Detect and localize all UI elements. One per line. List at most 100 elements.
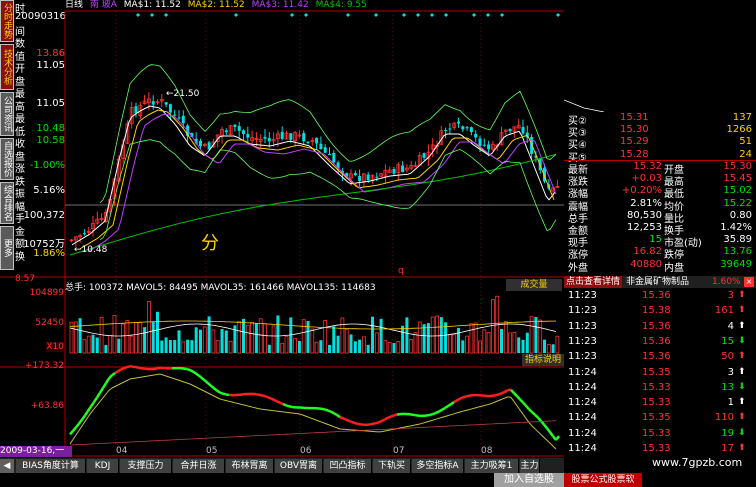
indicator-line-fast xyxy=(138,366,143,370)
signal-diamond xyxy=(486,13,490,17)
volume-bar xyxy=(245,324,250,354)
volume-bar xyxy=(344,329,349,354)
indicator-line-fast xyxy=(393,413,398,417)
close-icon[interactable]: × xyxy=(744,277,754,287)
indicator-line-fast xyxy=(219,391,224,395)
signal-diamond xyxy=(374,13,378,17)
tick-volume: 3 xyxy=(727,290,734,301)
indicator-line-fast xyxy=(534,413,539,419)
indicator-line-fast xyxy=(510,389,515,394)
candle-body xyxy=(302,133,306,142)
signal-diamond xyxy=(304,13,308,17)
volume-bar xyxy=(254,323,258,353)
arrow-down-icon: ⬇ xyxy=(738,335,746,346)
arrow-up-icon: ⬆ xyxy=(738,443,746,453)
indicator-line-fast xyxy=(456,397,461,402)
signal-diamond xyxy=(556,13,560,17)
candle-body xyxy=(134,106,138,114)
indicator-line-fast xyxy=(339,415,344,420)
stat-value: 39649 xyxy=(720,258,752,270)
tick-price: 15.36 xyxy=(642,351,671,363)
ind-axis-top: +173.32 xyxy=(24,361,64,371)
scroll-left-icon[interactable]: ◀ xyxy=(0,459,14,473)
indicator-tab[interactable]: 主力 xyxy=(520,459,540,473)
candle-body xyxy=(422,153,426,158)
chart-canvas[interactable] xyxy=(0,0,564,458)
candle-body xyxy=(401,165,405,173)
stat-label: 外盘 xyxy=(568,262,588,274)
band-upper xyxy=(99,64,557,204)
candle-body xyxy=(323,147,327,153)
tick-time: 11:24 xyxy=(568,412,597,424)
indicator-line-fast xyxy=(495,393,500,397)
tick-volume: 15 xyxy=(721,335,734,347)
promo-banner[interactable]: 股票公式股票软 xyxy=(564,473,642,487)
volume-bar xyxy=(461,340,465,353)
indicator-line-fast xyxy=(207,382,212,387)
bid-volume: 1266 xyxy=(726,124,752,136)
indicator-tab[interactable]: 支撑压力 xyxy=(120,459,172,473)
moving-average-lines xyxy=(69,13,560,256)
indicator-tab[interactable]: 下轨买 xyxy=(373,459,411,473)
indicator-tab[interactable]: BIAS角度计算 xyxy=(16,459,86,473)
indicator-line-fast xyxy=(92,396,99,403)
indicator-line-fast xyxy=(282,402,287,407)
indicator-line-fast xyxy=(513,392,518,398)
volume-bar xyxy=(435,315,439,354)
indicator-line-fast xyxy=(117,368,122,373)
indicator-line-fast xyxy=(321,407,326,411)
volume-bar xyxy=(190,340,194,353)
indicator-tab[interactable]: 合并日涨 xyxy=(173,459,225,473)
indicator-tab[interactable]: 主力吸筹1 xyxy=(465,459,519,473)
indicator-line-fast xyxy=(549,431,554,437)
indicator-tab[interactable]: 多空指标A xyxy=(412,459,464,473)
volume-bar xyxy=(512,331,517,354)
sector-name[interactable]: 非金属矿物制品 xyxy=(626,276,689,288)
indicator-line-fast xyxy=(101,382,108,389)
stat-value: +0.03 xyxy=(631,173,662,185)
indicator-tab[interactable]: KDJ xyxy=(87,459,119,473)
indicator-help-button[interactable]: 指标说明 xyxy=(522,354,564,366)
indicator-tab[interactable]: 凹凸指标 xyxy=(324,459,372,473)
indicator-line-fast xyxy=(114,370,119,375)
indicator-line-fast xyxy=(387,415,392,419)
volume-bar xyxy=(199,329,202,353)
volume-bar xyxy=(546,344,551,354)
tick-price: 15.33 xyxy=(642,427,671,439)
indicator-line-fast xyxy=(537,416,542,422)
stat-value: 12,253 xyxy=(627,222,662,233)
indicator-line-fast xyxy=(135,365,140,370)
indicator-line-fast xyxy=(384,416,389,421)
indicator-line-fast xyxy=(183,367,188,371)
volume-bar xyxy=(151,321,155,353)
stat-value: 15.02 xyxy=(723,185,752,197)
volume-bar xyxy=(160,340,164,353)
signal-diamond xyxy=(500,13,504,17)
candle-body xyxy=(328,154,331,156)
add-to-watchlist-button[interactable]: 加入自选股 xyxy=(494,473,564,487)
indicator-tab[interactable]: OBV胃离 xyxy=(275,459,323,473)
high-annotation: ←21.50 xyxy=(166,89,200,99)
tick-price: 15.33 xyxy=(642,381,671,393)
candle-body xyxy=(168,104,172,113)
volume-title[interactable]: 成交量 xyxy=(506,279,562,291)
candle-body xyxy=(366,174,370,181)
candle-body xyxy=(461,126,465,130)
indicator-line-fast xyxy=(378,419,383,424)
volume-bar xyxy=(121,323,125,354)
signal-diamond xyxy=(402,13,406,17)
volume-bar xyxy=(447,334,452,354)
tick-time: 11:24 xyxy=(568,397,597,409)
volume-bar xyxy=(181,341,186,354)
bid-volume: 51 xyxy=(739,136,752,148)
candle-body xyxy=(521,127,525,134)
volume-bar xyxy=(276,315,280,353)
indicator-line-fast xyxy=(186,367,191,372)
indicator-baseline xyxy=(69,420,557,446)
volume-bar xyxy=(224,330,228,353)
indicator-line-fast xyxy=(69,430,74,436)
details-button[interactable]: 点击查看详情 xyxy=(564,276,622,288)
indicator-line-fast xyxy=(324,408,329,412)
volume-bar xyxy=(409,339,414,354)
indicator-tab[interactable]: 布林胃离 xyxy=(226,459,274,473)
